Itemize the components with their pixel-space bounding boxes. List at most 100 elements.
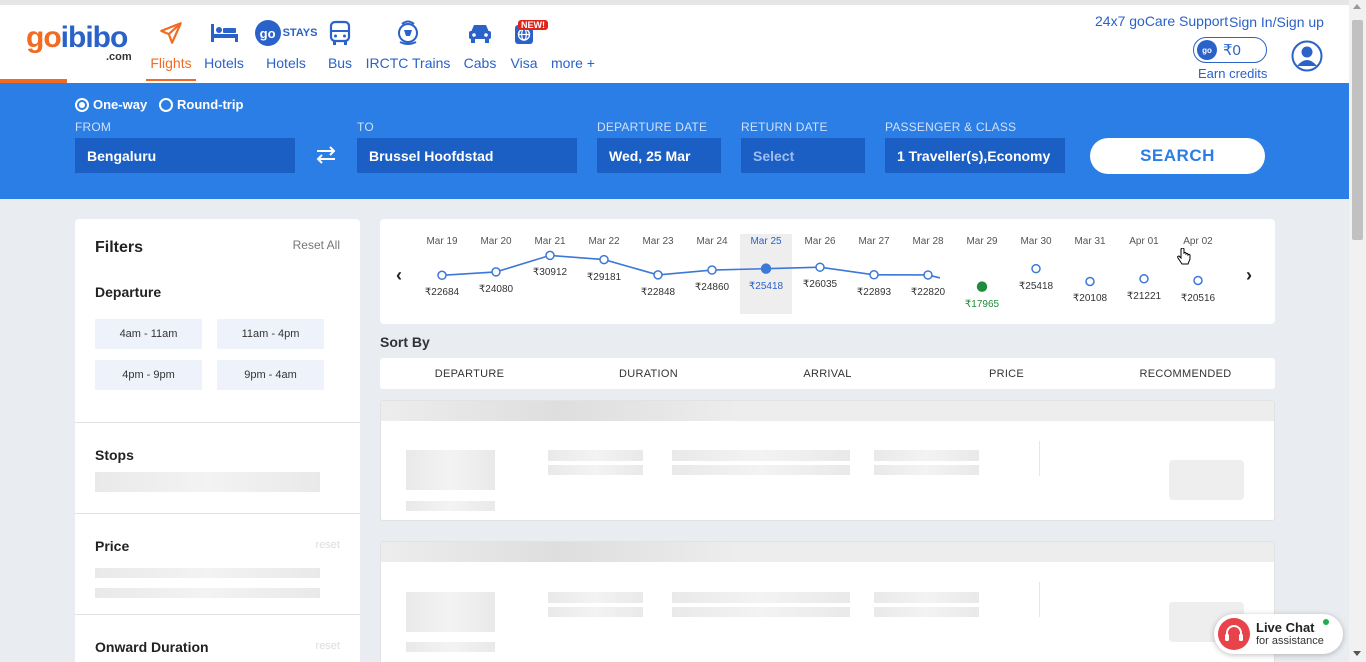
live-chat-title: Live Chat xyxy=(1256,620,1315,635)
fare-trend-polyline xyxy=(441,254,941,279)
nav-hotels-label: Hotels xyxy=(204,55,244,71)
logo-ibibo-text: ibibo xyxy=(60,21,129,54)
duration-skeleton xyxy=(672,450,850,461)
time-skeleton xyxy=(548,592,643,603)
sort-departure[interactable]: DEPARTURE xyxy=(380,368,559,380)
bed-icon xyxy=(201,19,247,47)
fare-point[interactable] xyxy=(1193,275,1203,286)
duration-skeleton xyxy=(672,592,850,603)
nav-more[interactable]: more + xyxy=(548,19,598,81)
fare-point[interactable] xyxy=(976,281,988,292)
departure-slot-night[interactable]: 9pm - 4am xyxy=(217,360,324,390)
nav-flights-label: Flights xyxy=(150,55,192,71)
fare-point[interactable] xyxy=(491,267,501,277)
fare-point[interactable] xyxy=(1031,263,1041,274)
headset-icon xyxy=(1218,618,1250,650)
logo-go-text: go xyxy=(26,21,62,54)
arrival-skeleton xyxy=(874,607,979,617)
nav-cabs-label: Cabs xyxy=(463,55,497,71)
roundtrip-label: Round-trip xyxy=(177,97,244,112)
filters-panel: Filters Reset All Departure 4am - 11am 1… xyxy=(75,219,360,662)
nav-visa-label: Visa xyxy=(510,55,538,71)
nav-irctc-trains[interactable]: IRCTC Trains xyxy=(363,19,453,81)
filter-divider xyxy=(75,422,360,423)
to-input[interactable]: Brussel Hoofdstad xyxy=(357,138,577,173)
radio-checked-icon xyxy=(75,97,89,112)
sort-duration[interactable]: DURATION xyxy=(559,368,738,380)
airline-logo-skeleton xyxy=(406,592,495,632)
goibibo-logo[interactable]: goibibo .com xyxy=(26,21,132,63)
duration-reset-link[interactable]: reset xyxy=(316,640,340,652)
sort-arrival[interactable]: ARRIVAL xyxy=(738,368,917,380)
user-avatar-icon[interactable] xyxy=(1291,40,1323,72)
bus-icon xyxy=(325,19,355,47)
gostays-go-text: go xyxy=(254,20,281,46)
departure-date-label: DEPARTURE DATE xyxy=(597,120,708,134)
nav-bus[interactable]: Bus xyxy=(325,19,355,81)
filters-title: Filters xyxy=(95,239,144,256)
search-button[interactable]: SEARCH xyxy=(1090,138,1265,174)
logo-com-text: .com xyxy=(106,51,132,63)
fare-point[interactable] xyxy=(815,262,825,272)
nav-more-label: more + xyxy=(551,55,595,71)
live-chat-subtitle: for assistance xyxy=(1256,635,1324,647)
departure-slot-afternoon[interactable]: 11am - 4pm xyxy=(217,319,324,349)
fare-point[interactable] xyxy=(599,254,609,265)
return-date-input[interactable]: Select xyxy=(741,138,865,173)
gostays-icon: go STAYS xyxy=(254,19,318,47)
online-status-dot xyxy=(1323,619,1329,625)
oneway-label: One-way xyxy=(93,97,148,112)
price-reset-link[interactable]: reset xyxy=(316,539,340,551)
live-chat-button[interactable]: Live Chat for assistance xyxy=(1214,614,1343,654)
passenger-class-input[interactable]: 1 Traveller(s),Economy xyxy=(885,138,1065,173)
fare-point[interactable] xyxy=(923,270,933,280)
card-divider xyxy=(1039,582,1040,617)
gocare-support-link[interactable]: 24x7 goCare Support xyxy=(1095,13,1228,29)
fare-point[interactable] xyxy=(653,270,663,280)
price-skeleton xyxy=(95,568,320,578)
gostays-stays-text: STAYS xyxy=(282,27,318,39)
fare-point[interactable] xyxy=(545,250,555,261)
signin-link[interactable]: Sign In/Sign up xyxy=(1229,14,1324,30)
airplane-icon xyxy=(146,19,196,47)
scroll-up-icon[interactable] xyxy=(1353,4,1361,9)
arrival-skeleton xyxy=(874,450,979,461)
flight-card-skeleton xyxy=(380,400,1275,521)
swap-icon[interactable] xyxy=(314,145,338,165)
filter-divider xyxy=(75,614,360,615)
fare-point[interactable] xyxy=(760,263,772,274)
departure-slot-morning[interactable]: 4am - 11am xyxy=(95,319,202,349)
scroll-down-icon[interactable] xyxy=(1353,651,1361,656)
from-input[interactable]: Bengaluru xyxy=(75,138,295,173)
card-header-skeleton xyxy=(381,542,1274,562)
departure-slot-evening[interactable]: 4pm - 9pm xyxy=(95,360,202,390)
stops-skeleton xyxy=(95,472,320,492)
airline-name-skeleton xyxy=(406,642,495,652)
nav-hotels[interactable]: Hotels xyxy=(201,19,247,81)
scrollbar-thumb[interactable] xyxy=(1352,20,1363,240)
fare-point[interactable] xyxy=(869,270,879,280)
departure-date-input[interactable]: Wed, 25 Mar xyxy=(597,138,721,173)
earn-credits-link[interactable]: Earn credits xyxy=(1198,66,1267,81)
sort-price[interactable]: PRICE xyxy=(917,368,1096,380)
oneway-radio[interactable]: One-way xyxy=(75,97,147,112)
nav-gostays[interactable]: go STAYS Hotels xyxy=(254,19,318,81)
page-scrollbar[interactable] xyxy=(1349,0,1366,662)
sort-bar: DEPARTURE DURATION ARRIVAL PRICE RECOMME… xyxy=(380,358,1275,389)
fare-trend-line xyxy=(437,250,1203,292)
arrival-skeleton xyxy=(874,592,979,603)
sort-recommended[interactable]: RECOMMENDED xyxy=(1096,368,1275,380)
fare-point[interactable] xyxy=(707,265,717,275)
roundtrip-radio[interactable]: Round-trip xyxy=(159,97,243,112)
nav-visa[interactable]: NEW! Visa xyxy=(506,19,548,81)
fare-point[interactable] xyxy=(1139,274,1149,284)
arrival-skeleton xyxy=(874,465,979,475)
reset-all-link[interactable]: Reset All xyxy=(293,238,340,252)
fare-point[interactable] xyxy=(437,270,447,281)
fare-point[interactable] xyxy=(1085,276,1095,287)
nav-flights[interactable]: Flights xyxy=(146,19,196,81)
duration-filter-title: Onward Duration xyxy=(95,639,209,655)
from-label: FROM xyxy=(75,120,112,134)
nav-cabs[interactable]: Cabs xyxy=(462,19,498,81)
gocredits-pill[interactable]: go ₹0 xyxy=(1193,37,1267,63)
